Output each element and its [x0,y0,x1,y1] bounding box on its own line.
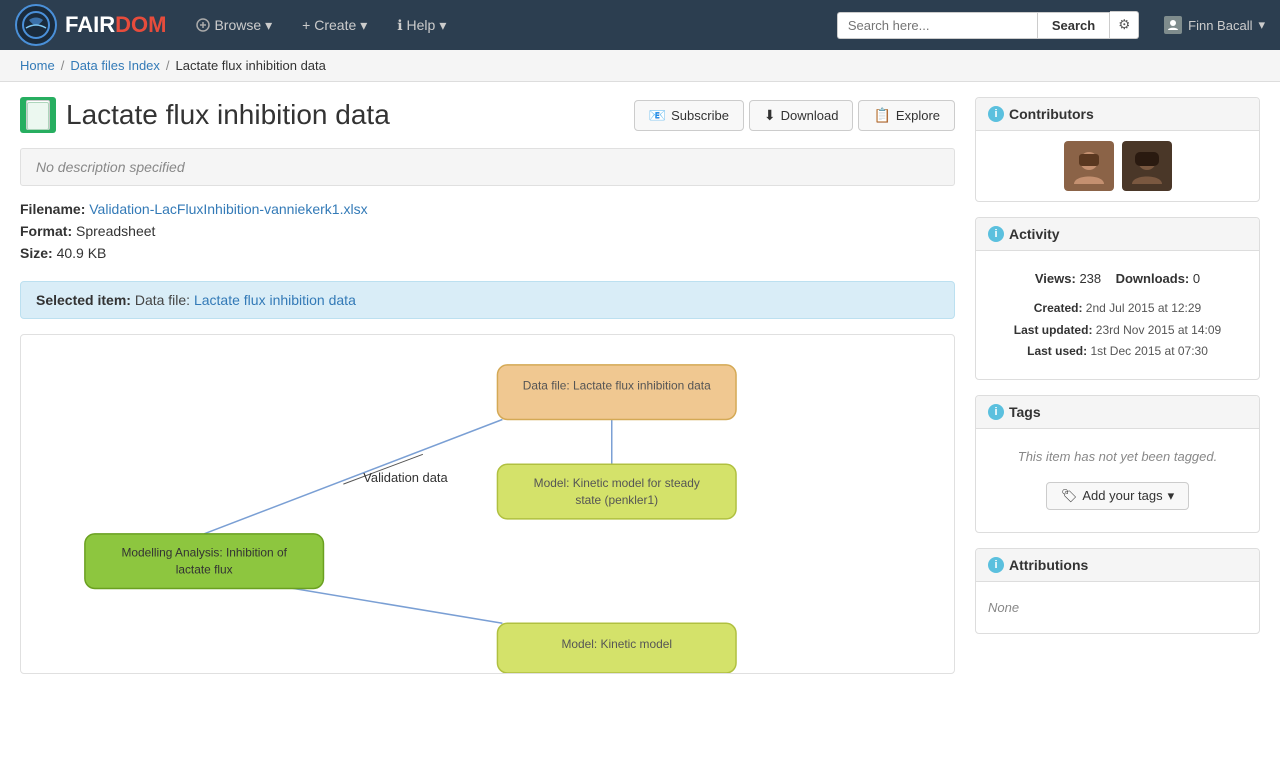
contributors-info-icon: i [988,106,1004,122]
selected-item-box: Selected item: Data file: Lactate flux i… [20,281,955,319]
filename-link[interactable]: Validation-LacFluxInhibition-vanniekerk1… [89,201,367,217]
format-row: Format: Spreadsheet [20,223,955,239]
attributions-panel: i Attributions None [975,548,1260,634]
svg-text:state (penkler1): state (penkler1) [575,493,658,507]
brand-name: FAIRDOM [65,12,166,38]
tags-info-icon: i [988,404,1004,420]
diagram-svg: Validation data Data file: Lactate flux … [21,335,954,673]
description-text: No description specified [36,159,185,175]
page-title-area: Lactate flux inhibition data [20,97,390,133]
search-input[interactable] [837,12,1037,39]
contributor-avatar-2[interactable] [1122,141,1172,191]
page-title: Lactate flux inhibition data [66,99,390,131]
subscribe-button[interactable]: 📧 Subscribe [634,100,744,131]
contributors-avatars [976,131,1259,201]
activity-info-icon: i [988,226,1004,242]
tags-body: This item has not yet been tagged. 🏷 Add… [976,429,1259,532]
user-icon [1164,16,1182,34]
svg-text:lactate flux: lactate flux [176,563,233,577]
modelling-node-line1: Modelling Analysis: Inhibition of [121,546,287,560]
filename-row: Filename: Validation-LacFluxInhibition-v… [20,201,955,217]
model-node2-line1: Model: Kinetic model [561,637,672,651]
data-file-node-line1: Data file: Lactate flux inhibition data [523,379,711,393]
attributions-header: i Attributions [976,549,1259,582]
explore-button[interactable]: 📋 Explore [858,100,955,131]
tags-header: i Tags [976,396,1259,429]
settings-icon-button[interactable]: ⚙ [1110,11,1139,39]
brand-logo-link[interactable]: FAIRDOM [15,4,166,46]
description-box: No description specified [20,148,955,186]
breadcrumb-home[interactable]: Home [20,58,55,73]
action-buttons: 📧 Subscribe ⬇ Download 📋 Explore [634,100,955,131]
activity-header: i Activity [976,218,1259,251]
add-tags-button[interactable]: 🏷 Add your tags ▾ [1046,482,1189,510]
file-icon [20,97,56,133]
logo-icon [15,4,57,46]
tags-panel: i Tags This item has not yet been tagged… [975,395,1260,533]
search-button[interactable]: Search [1037,12,1110,39]
attributions-info-icon: i [988,557,1004,573]
metadata: Filename: Validation-LacFluxInhibition-v… [20,201,955,261]
sidebar: i Contributors [975,97,1260,674]
diagram-area: Validation data Data file: Lactate flux … [20,334,955,674]
breadcrumb-index[interactable]: Data files Index [70,58,160,73]
search-form: Search ⚙ [837,11,1139,39]
breadcrumb-current: Lactate flux inhibition data [176,58,326,73]
user-menu[interactable]: Finn Bacall ▾ [1164,16,1265,34]
attributions-body: None [976,582,1259,633]
activity-body: Views: 238 Downloads: 0 Created: 2nd Jul… [976,251,1259,379]
contributors-header: i Contributors [976,98,1259,131]
download-icon: ⬇ [764,107,776,124]
tag-icon: 🏷 [1061,488,1078,504]
validation-label: Validation data [363,470,448,485]
size-row: Size: 40.9 KB [20,245,955,261]
browse-menu[interactable]: Browse ▾ [186,11,282,40]
contributors-panel: i Contributors [975,97,1260,202]
main-container: Lactate flux inhibition data 📧 Subscribe… [0,82,1280,689]
selected-item-link[interactable]: Lactate flux inhibition data [194,292,356,308]
contributor-avatar-1[interactable] [1064,141,1114,191]
explore-icon: 📋 [873,107,890,124]
activity-dates: Created: 2nd Jul 2015 at 12:29 Last upda… [988,294,1247,367]
create-menu[interactable]: + Create ▾ [292,11,377,40]
page-header: Lactate flux inhibition data 📧 Subscribe… [20,97,955,133]
model-node1-line1: Model: Kinetic model for steady [534,476,700,490]
breadcrumb: Home / Data files Index / Lactate flux i… [0,50,1280,82]
subscribe-icon: 📧 [649,107,666,124]
navbar: FAIRDOM Browse ▾ + Create ▾ ℹ Help ▾ Sea… [0,0,1280,50]
activity-panel: i Activity Views: 238 Downloads: 0 Creat… [975,217,1260,380]
download-button[interactable]: ⬇ Download [749,100,854,131]
tags-empty-message: This item has not yet been tagged. [988,441,1247,472]
content-area: Lactate flux inhibition data 📧 Subscribe… [20,97,955,674]
help-menu[interactable]: ℹ Help ▾ [387,11,456,40]
activity-stats: Views: 238 Downloads: 0 [988,263,1247,294]
attribution-none-text: None [988,594,1247,621]
